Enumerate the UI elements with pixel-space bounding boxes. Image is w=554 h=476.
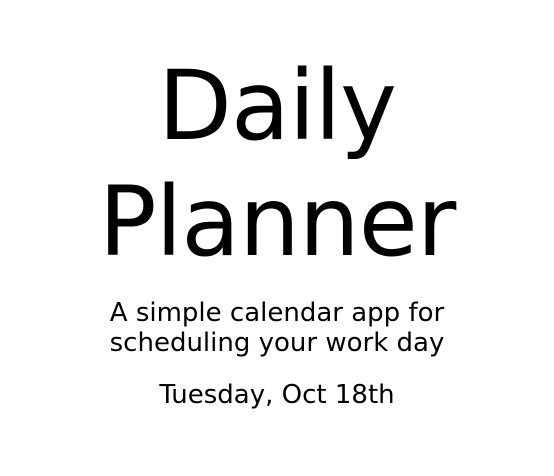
page-title-line-2: Planner xyxy=(98,166,457,278)
page-title-line-1: Daily xyxy=(158,50,397,162)
page-title: Daily Planner xyxy=(0,48,554,280)
jumbotron-header: Daily Planner A simple calendar app for … xyxy=(0,0,554,476)
current-day: Tuesday, Oct 18th xyxy=(159,380,395,410)
app-description: A simple calendar app for scheduling you… xyxy=(109,298,445,358)
